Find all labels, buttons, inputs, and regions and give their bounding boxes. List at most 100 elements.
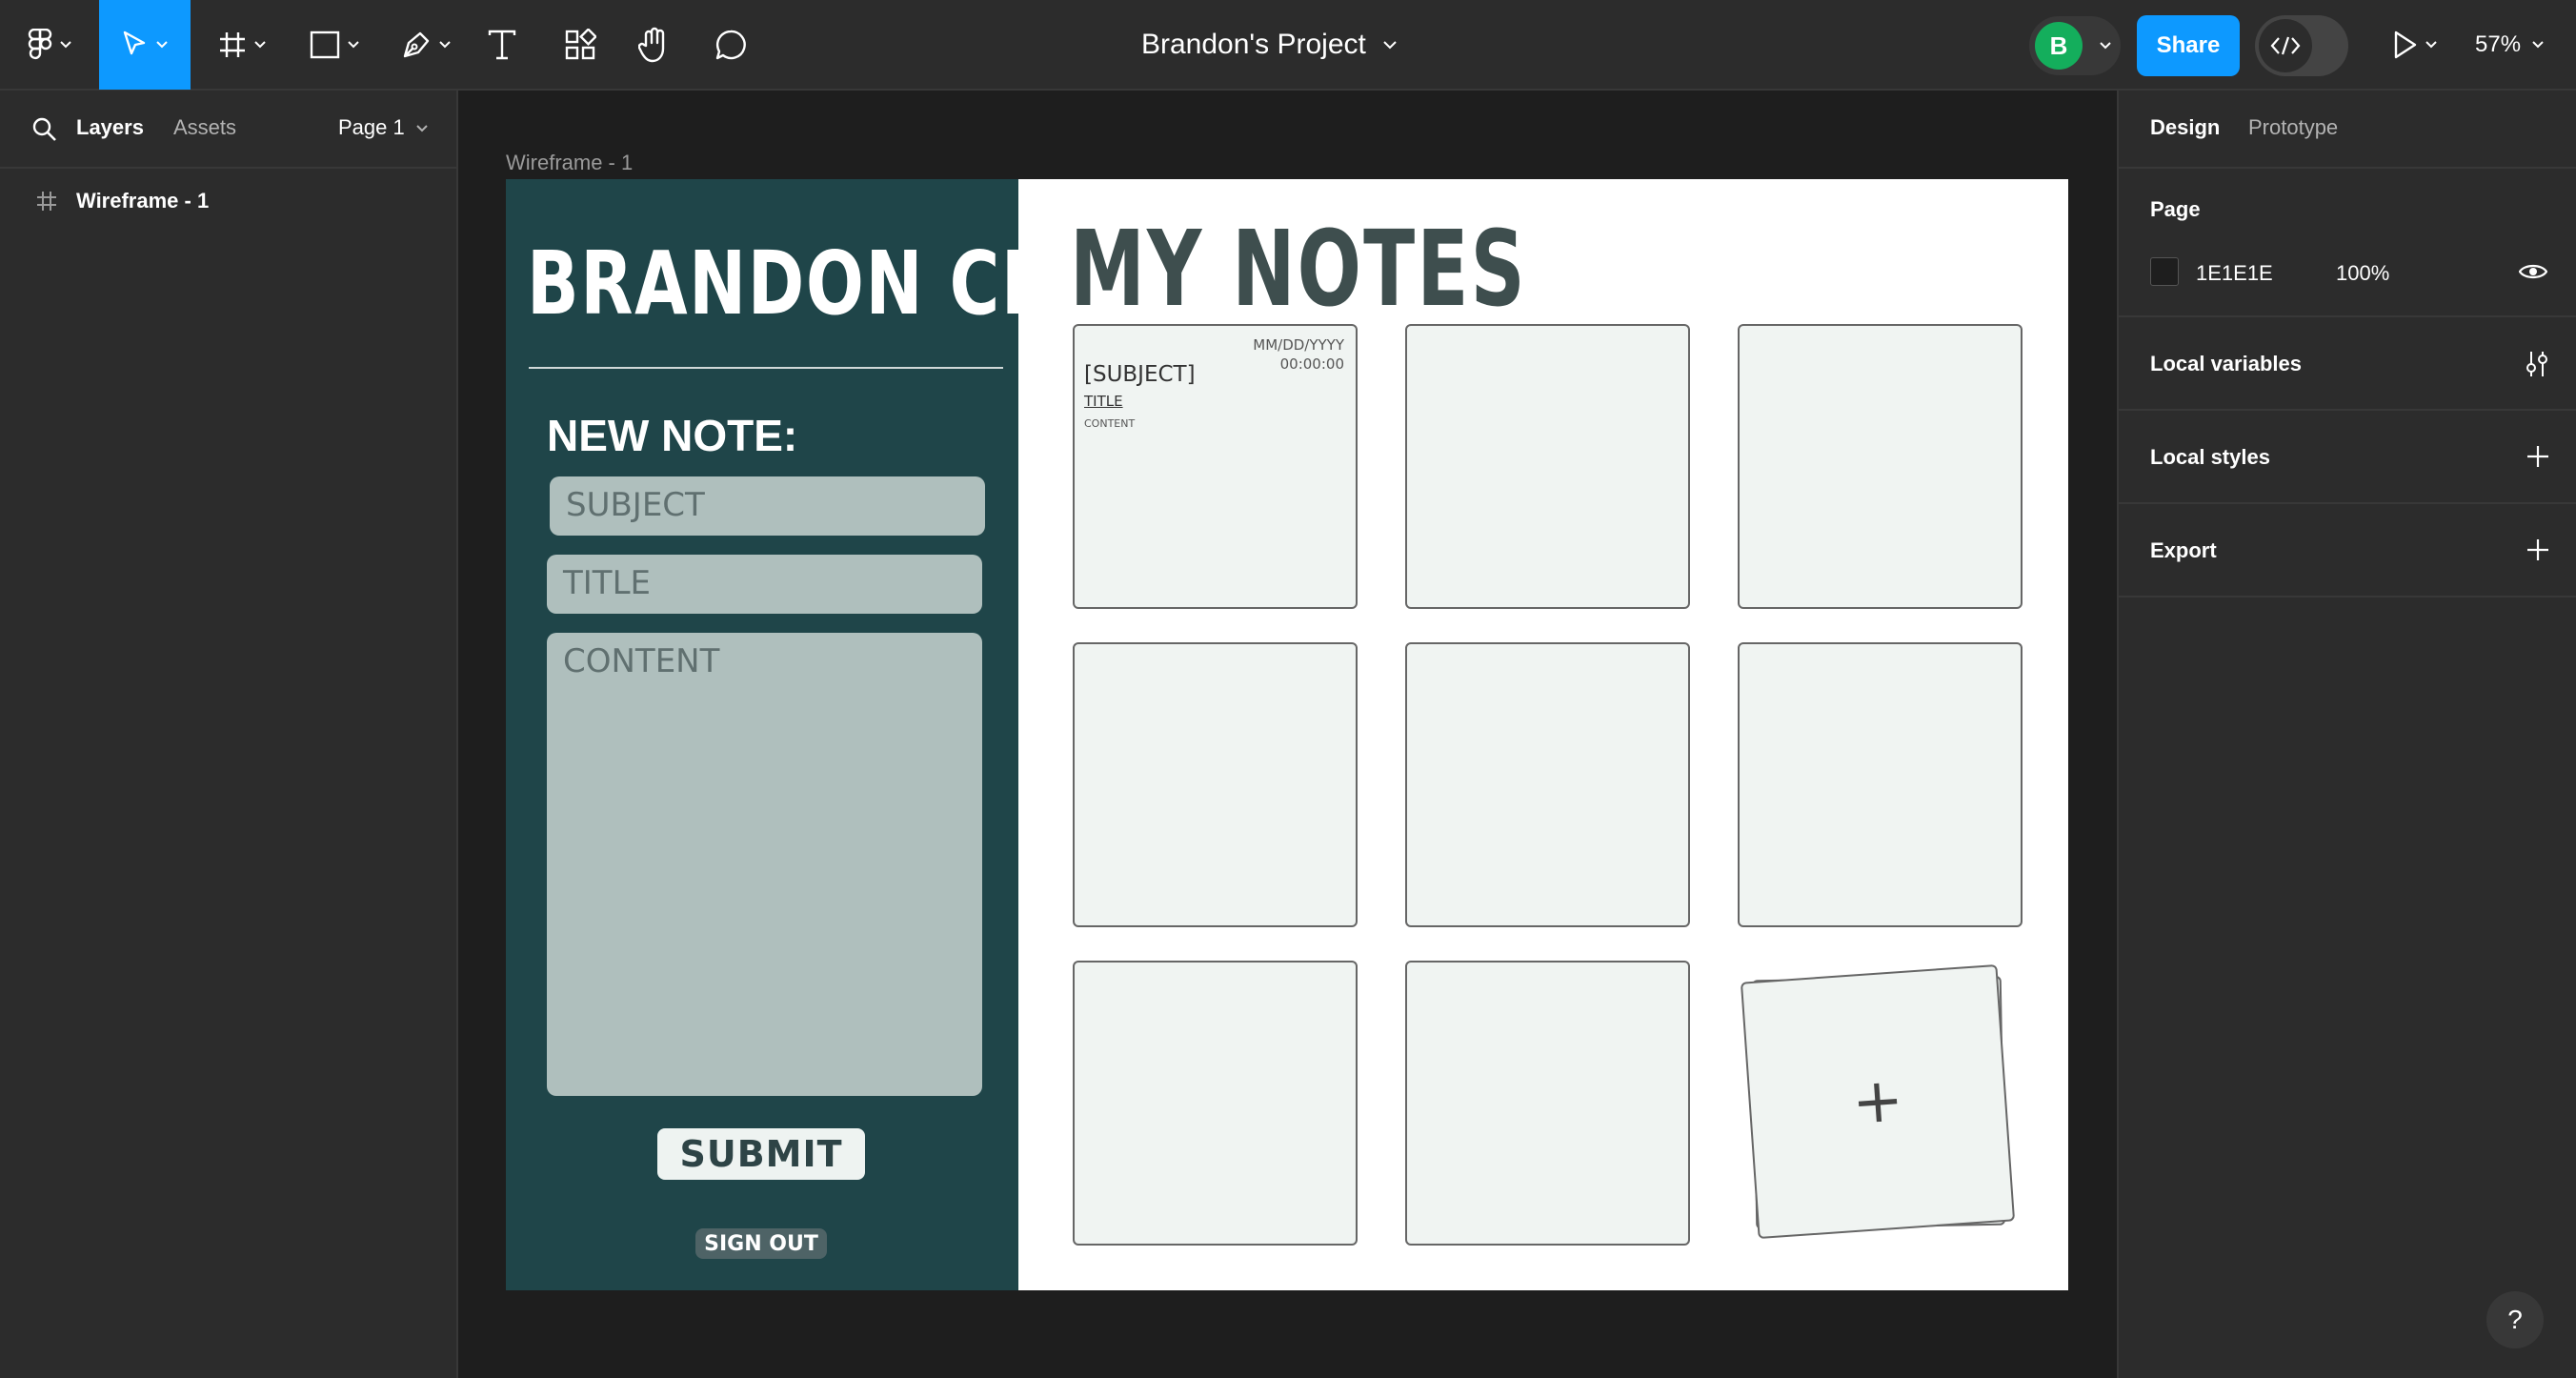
chevron-down-icon: [254, 41, 266, 49]
chevron-down-icon: [2532, 41, 2544, 49]
subject-field[interactable]: SUBJECT: [550, 476, 985, 536]
figma-logo-icon: [28, 29, 52, 60]
note-subject: [SUBJECT]: [1084, 362, 1196, 387]
code-icon: [2270, 36, 2301, 55]
note-card[interactable]: [1405, 642, 1690, 927]
share-button[interactable]: Share: [2137, 15, 2240, 76]
layer-label: Wireframe - 1: [76, 189, 210, 213]
page-color-opacity[interactable]: 100%: [2336, 261, 2389, 286]
new-note-heading: NEW NOTE:: [547, 411, 798, 460]
dev-mode-knob: [2259, 19, 2312, 72]
frame-icon: [220, 32, 245, 57]
tab-layers[interactable]: Layers: [76, 115, 144, 140]
user-name-heading: BRANDON CHIN: [527, 233, 1146, 334]
cursor-icon: [123, 30, 146, 55]
zoom-level: 57%: [2475, 31, 2522, 57]
layers-panel-tabs: Layers Assets Page 1: [0, 91, 456, 169]
add-note-card[interactable]: +: [1740, 963, 2016, 1240]
chevron-down-icon: [439, 41, 451, 49]
note-card[interactable]: [1405, 961, 1690, 1246]
eye-icon[interactable]: [2519, 262, 2547, 281]
chevron-down-icon: [156, 41, 168, 49]
note-title: TITLE: [1084, 393, 1123, 410]
project-title: Brandon's Project: [1141, 29, 1366, 60]
move-tool-button[interactable]: [99, 0, 191, 90]
chevron-down-icon: [1383, 40, 1397, 49]
note-card[interactable]: [1073, 642, 1358, 927]
figma-app: Brandon's Project B Share 57% Layers Ass…: [0, 0, 2576, 1378]
submit-button[interactable]: SUBMIT: [657, 1128, 865, 1180]
frame-icon: [37, 192, 56, 211]
chevron-down-icon: [348, 41, 359, 49]
export-section[interactable]: Export: [2119, 504, 2576, 598]
content-field[interactable]: CONTENT: [547, 633, 982, 1096]
note-time-text: 00:00:00: [1279, 355, 1344, 373]
design-panel-tabs: Design Prototype: [2119, 91, 2576, 169]
dev-mode-toggle[interactable]: [2255, 15, 2348, 76]
title-field[interactable]: TITLE: [547, 555, 982, 614]
notes-heading: MY NOTES: [1070, 208, 1527, 330]
page-selector-label: Page 1: [338, 115, 405, 139]
play-icon: [2394, 30, 2417, 59]
design-panel: Design Prototype Page 1E1E1E 100% Local …: [2117, 91, 2576, 1378]
pen-tool-button[interactable]: [394, 0, 457, 90]
wireframe-frame[interactable]: BRANDON CHIN NEW NOTE: SUBJECT TITLE CON…: [506, 179, 2068, 1290]
zoom-dropdown[interactable]: 57%: [2475, 0, 2544, 90]
plus-icon: +: [1849, 1064, 1906, 1139]
note-card[interactable]: [1738, 642, 2023, 927]
top-toolbar: Brandon's Project B Share 57%: [0, 0, 2576, 91]
chevron-down-icon: [60, 41, 71, 49]
note-card[interactable]: MM/DD/YYYY 00:00:00 [SUBJECT] TITLE CONT…: [1073, 324, 1358, 609]
avatar: B: [2035, 22, 2083, 70]
tab-prototype[interactable]: Prototype: [2248, 115, 2338, 140]
hand-icon: [638, 27, 665, 63]
local-variables-section[interactable]: Local variables: [2119, 317, 2576, 411]
layer-item[interactable]: Wireframe - 1: [0, 182, 456, 220]
local-variables-title: Local variables: [2150, 352, 2302, 375]
text-icon: [488, 30, 516, 60]
comment-icon: [715, 30, 746, 60]
chevron-down-icon: [416, 125, 428, 132]
page-color-swatch[interactable]: [2150, 257, 2179, 286]
help-button[interactable]: ?: [2486, 1291, 2544, 1348]
search-icon[interactable]: [32, 117, 57, 142]
note-card[interactable]: [1405, 324, 1690, 609]
page-color-hex[interactable]: 1E1E1E: [2196, 261, 2273, 286]
page-section: Page 1E1E1E 100%: [2119, 169, 2576, 317]
components-tool-button[interactable]: [556, 0, 604, 90]
sign-out-button[interactable]: SIGN OUT: [695, 1228, 827, 1259]
plus-icon[interactable]: [2526, 445, 2549, 468]
page-selector[interactable]: Page 1: [338, 115, 428, 140]
frame-tool-button[interactable]: [210, 0, 274, 90]
local-styles-title: Local styles: [2150, 445, 2270, 469]
tab-design[interactable]: Design: [2150, 115, 2220, 140]
multiplayer-avatars[interactable]: B: [2029, 16, 2121, 75]
rectangle-icon: [310, 30, 340, 59]
note-card[interactable]: [1738, 324, 2023, 609]
note-sidebar: BRANDON CHIN NEW NOTE: SUBJECT TITLE CON…: [506, 179, 1144, 1290]
present-button[interactable]: [2382, 0, 2448, 90]
export-title: Export: [2150, 538, 2217, 562]
note-card[interactable]: [1073, 961, 1358, 1246]
note-content: CONTENT: [1084, 417, 1136, 430]
pen-icon: [403, 31, 430, 58]
tab-assets[interactable]: Assets: [173, 115, 236, 140]
note-date-text: MM/DD/YYYY: [1253, 336, 1344, 354]
components-icon: [565, 29, 596, 60]
comment-tool-button[interactable]: [707, 0, 755, 90]
divider: [529, 367, 1003, 369]
page-section-title: Page: [2150, 197, 2201, 221]
layers-panel: Layers Assets Page 1 Wireframe - 1: [0, 91, 458, 1378]
frame-label[interactable]: Wireframe - 1: [506, 151, 633, 175]
plus-icon[interactable]: [2526, 538, 2549, 561]
text-tool-button[interactable]: [478, 0, 526, 90]
chevron-down-icon: [2100, 42, 2111, 50]
shape-tool-button[interactable]: [303, 0, 366, 90]
main-menu-button[interactable]: [19, 0, 80, 90]
hand-tool-button[interactable]: [631, 0, 678, 90]
chevron-down-icon: [2425, 41, 2437, 49]
local-styles-section[interactable]: Local styles: [2119, 411, 2576, 504]
variables-icon[interactable]: [2525, 350, 2549, 378]
project-title-dropdown[interactable]: Brandon's Project: [1141, 0, 1397, 90]
note-date: MM/DD/YYYY 00:00:00: [1253, 335, 1344, 374]
